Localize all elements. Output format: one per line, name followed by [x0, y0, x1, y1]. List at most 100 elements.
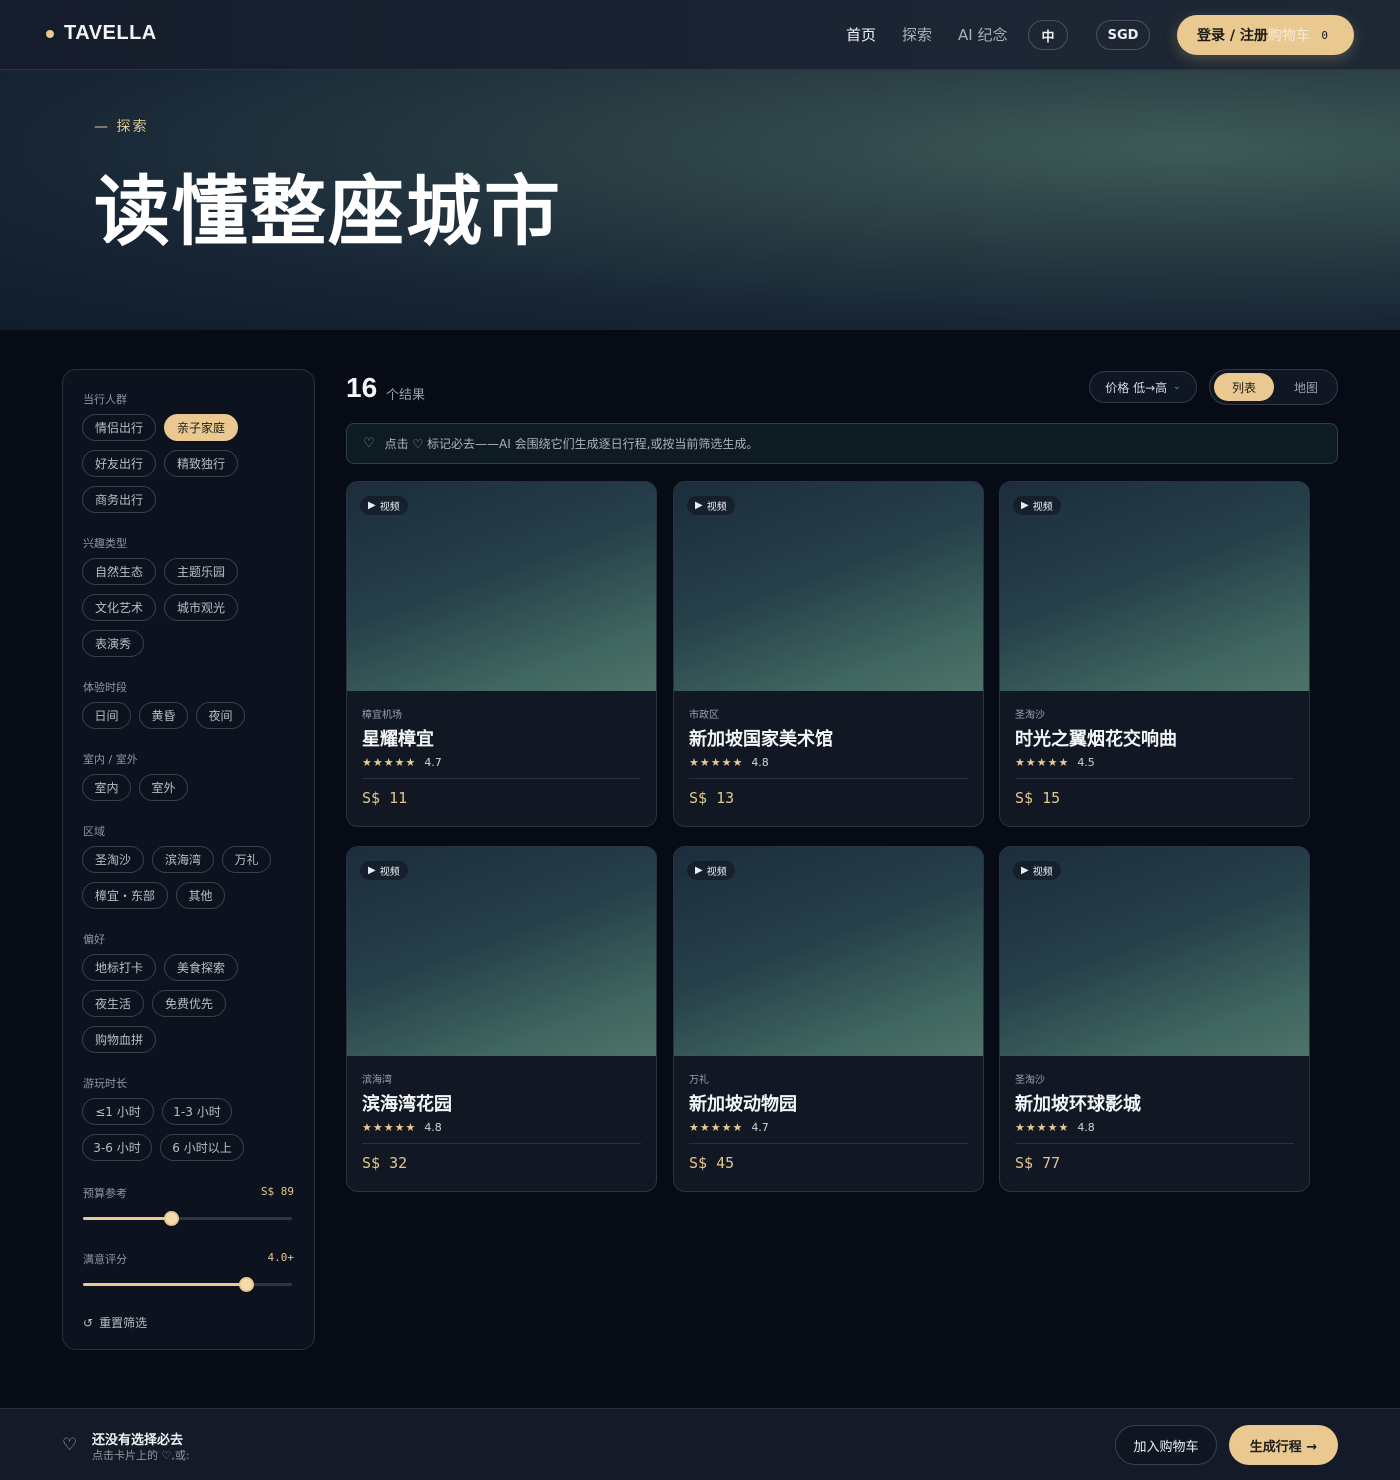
add-to-cart-button[interactable]: 加入购物车 [1115, 1425, 1217, 1465]
attraction-card[interactable]: ▶ 视频 滨海湾 滨海湾花园 ★★★★★ 4.8 S$ 32 [346, 846, 657, 1192]
filter-chip-nature[interactable]: 自然生态 [82, 558, 156, 585]
rating-value: 4.8 [1077, 1121, 1095, 1134]
video-badge-label: 视频 [1032, 867, 1053, 878]
filter-chip-family[interactable]: 亲子家庭 [164, 414, 238, 441]
dot-icon [46, 29, 54, 38]
filter-chip-night[interactable]: 夜间 [196, 702, 245, 729]
language-button[interactable]: 中 [1028, 20, 1068, 50]
card-title: 新加坡动物园 [689, 1094, 797, 1115]
cart-count-badge: 0 [1321, 28, 1328, 42]
view-list-button[interactable]: 列表 [1214, 373, 1274, 401]
video-badge: ▶ 视频 [360, 861, 408, 880]
filter-sidebar: 当行人群 情侣出行 亲子家庭 好友出行 精致独行 商务出行 兴趣类型 自然生态 … [62, 369, 315, 1350]
video-badge-label: 视频 [379, 502, 400, 513]
budget-slider-handle[interactable] [163, 1211, 179, 1226]
rating-slider-fill [83, 1283, 247, 1286]
video-badge-label: 视频 [379, 867, 400, 878]
card-area: 万礼 [689, 1075, 709, 1086]
attraction-card[interactable]: ▶ 视频 圣淘沙 新加坡环球影城 ★★★★★ 4.8 S$ 77 [999, 846, 1310, 1192]
hint-text: 点击 ♡ 标记必去——AI 会围绕它们生成逐日行程,或按当前筛选生成。 [384, 437, 759, 451]
filter-chip-shopping[interactable]: 购物血拼 [82, 1026, 156, 1053]
heart-icon: ♡ [62, 1435, 78, 1455]
top-navigation-bar: TAVELLA 首页 探索 AI 纪念 中 SGD 登录 / 注册 购物车 0 [0, 0, 1400, 70]
selection-subtitle: 点击卡片上的 ♡,或: [92, 1449, 190, 1462]
filter-chip-culture-art[interactable]: 文化艺术 [82, 594, 156, 621]
play-icon: ▶ [1021, 500, 1029, 511]
filter-chip-1-3h[interactable]: 1-3 小时 [162, 1098, 232, 1125]
results-count: 16 [346, 372, 378, 403]
filter-group-title: 当行人群 [83, 393, 127, 406]
card-title: 时光之翼烟花交响曲 [1015, 729, 1177, 750]
filter-chip-under-1h[interactable]: ≤1 小时 [82, 1098, 154, 1125]
rating-slider-handle[interactable] [239, 1277, 255, 1292]
card-area: 圣淘沙 [1015, 710, 1045, 721]
star-icon: ★★★★★ [689, 756, 744, 769]
star-icon: ★★★★★ [362, 756, 417, 769]
filter-chip-solo[interactable]: 精致独行 [164, 450, 238, 477]
filter-chip-food[interactable]: 美食探索 [164, 954, 238, 981]
filter-chip-free-first[interactable]: 免费优先 [152, 990, 226, 1017]
card-title: 新加坡国家美术馆 [689, 729, 833, 750]
filter-chip-show[interactable]: 表演秀 [82, 630, 144, 657]
nav-explore[interactable]: 探索 [902, 24, 932, 45]
filter-chip-landmark[interactable]: 地标打卡 [82, 954, 156, 981]
nav-ai-memory[interactable]: AI 纪念 [958, 24, 1007, 45]
card-area: 市政区 [689, 710, 719, 721]
card-divider [1015, 1143, 1294, 1144]
budget-slider[interactable] [83, 1211, 292, 1226]
heart-icon: ♡ [363, 436, 375, 451]
card-rating: ★★★★★ 4.8 [689, 756, 769, 769]
view-map-button[interactable]: 地图 [1276, 373, 1336, 401]
filter-chip-outdoor[interactable]: 室外 [139, 774, 188, 801]
filter-group-title: 游玩时长 [83, 1077, 127, 1090]
currency-button[interactable]: SGD [1096, 20, 1150, 50]
cart-label: 购物车 [1267, 28, 1310, 44]
filter-chip-other[interactable]: 其他 [176, 882, 225, 909]
star-icon: ★★★★★ [362, 1121, 417, 1134]
rating-value: 4.7 [751, 1121, 769, 1134]
filter-chip-dusk[interactable]: 黄昏 [139, 702, 188, 729]
card-rating: ★★★★★ 4.8 [1015, 1121, 1095, 1134]
nav-home[interactable]: 首页 [846, 24, 876, 45]
reset-filters-button[interactable]: ↺ 重置筛选 [83, 1314, 147, 1331]
video-badge: ▶ 视频 [1013, 861, 1061, 880]
selection-bottom-bar: ♡ 还没有选择必去 点击卡片上的 ♡,或: 加入购物车 生成行程 → [0, 1408, 1400, 1480]
card-rating: ★★★★★ 4.7 [689, 1121, 769, 1134]
rating-value: 4.8 [424, 1121, 442, 1134]
brand-logo[interactable]: TAVELLA [46, 22, 157, 45]
filter-chip-sentosa[interactable]: 圣淘沙 [82, 846, 144, 873]
reset-icon: ↺ [83, 1315, 94, 1330]
budget-slider-fill [83, 1217, 171, 1220]
attraction-card[interactable]: ▶ 视频 万礼 新加坡动物园 ★★★★★ 4.7 S$ 45 [673, 846, 984, 1192]
reset-label: 重置筛选 [99, 1316, 148, 1330]
card-divider [362, 1143, 641, 1144]
filter-group-title: 室内 / 室外 [83, 753, 138, 766]
attraction-card[interactable]: ▶ 视频 圣淘沙 时光之翼烟花交响曲 ★★★★★ 4.5 S$ 15 [999, 481, 1310, 827]
filter-chip-couple[interactable]: 情侣出行 [82, 414, 156, 441]
filter-chip-indoor[interactable]: 室内 [82, 774, 131, 801]
card-title: 星耀樟宜 [362, 729, 434, 750]
rating-slider[interactable] [83, 1277, 292, 1292]
filter-chip-friends[interactable]: 好友出行 [82, 450, 156, 477]
filter-chip-business[interactable]: 商务出行 [82, 486, 156, 513]
filter-chip-changi-east[interactable]: 樟宜・东部 [82, 882, 168, 909]
login-cart-button[interactable]: 登录 / 注册 购物车 0 [1177, 15, 1354, 55]
filter-chip-city-sightseeing[interactable]: 城市观光 [164, 594, 238, 621]
filter-chip-marina-bay[interactable]: 滨海湾 [152, 846, 214, 873]
sort-dropdown[interactable]: 价格 低→高 ⌄ [1089, 371, 1197, 403]
filter-chip-3-6h[interactable]: 3-6 小时 [82, 1134, 152, 1161]
play-icon: ▶ [1021, 865, 1029, 876]
filter-chip-6h-plus[interactable]: 6 小时以上 [160, 1134, 244, 1161]
generate-itinerary-button[interactable]: 生成行程 → [1229, 1425, 1338, 1465]
filter-chip-daytime[interactable]: 日间 [82, 702, 131, 729]
filter-chip-theme-park[interactable]: 主题乐园 [164, 558, 238, 585]
filter-chip-nightlife[interactable]: 夜生活 [82, 990, 144, 1017]
play-icon: ▶ [368, 500, 376, 511]
login-label: 登录 / 注册 [1197, 28, 1268, 44]
attraction-card[interactable]: ▶ 视频 樟宜机场 星耀樟宜 ★★★★★ 4.7 S$ 11 [346, 481, 657, 827]
video-badge: ▶ 视频 [360, 496, 408, 515]
filter-chip-mandai[interactable]: 万礼 [222, 846, 271, 873]
rating-value: 4.0+ [267, 1251, 295, 1264]
attraction-card[interactable]: ▶ 视频 市政区 新加坡国家美术馆 ★★★★★ 4.8 S$ 13 [673, 481, 984, 827]
chevron-down-icon: ⌄ [1173, 382, 1181, 392]
